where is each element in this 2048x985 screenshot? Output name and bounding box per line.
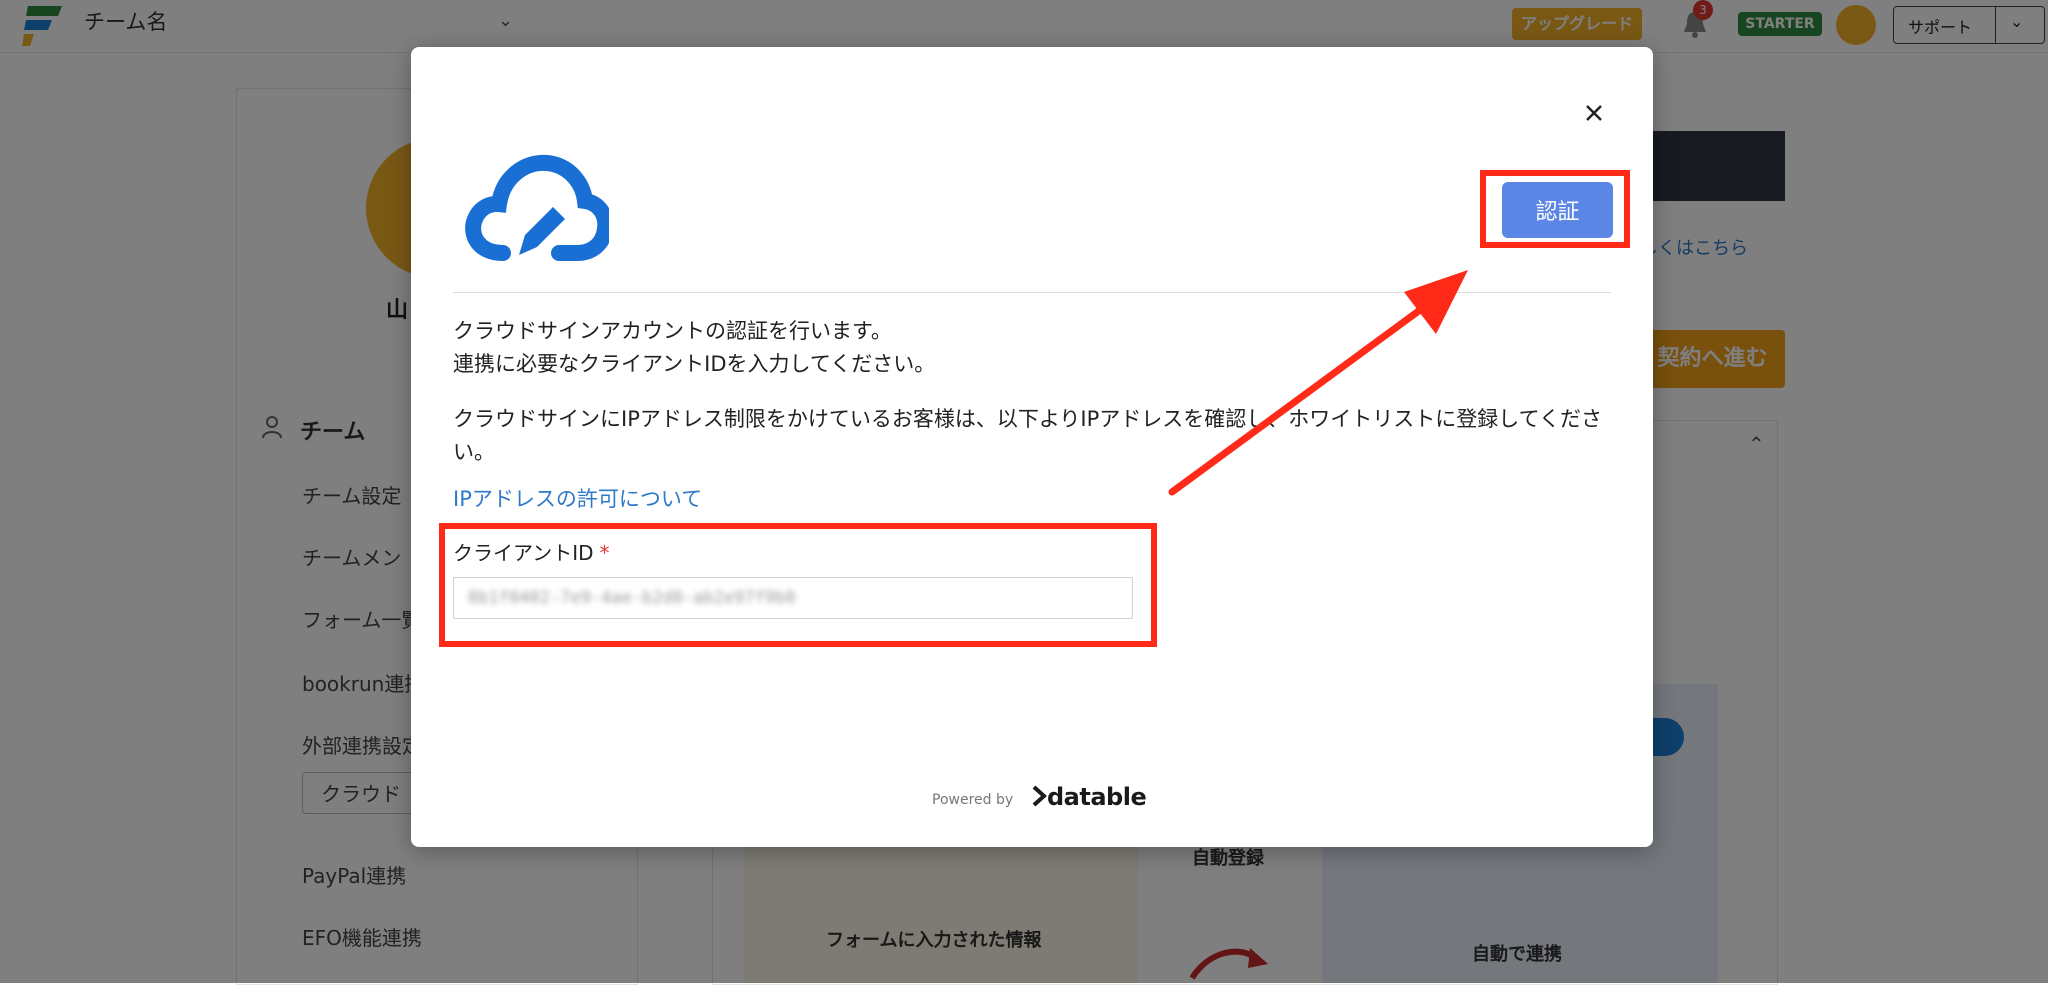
client-id-label: クライアントID * — [453, 537, 610, 566]
authenticate-button[interactable]: 認証 — [1502, 182, 1613, 238]
powered-by-label: Powered by — [932, 792, 1014, 808]
intro-line-1: クラウドサインアカウントの認証を行います。 — [453, 319, 892, 343]
required-marker: * — [599, 541, 610, 565]
cloudsign-logo-icon — [465, 154, 609, 261]
ip-permission-link[interactable]: IPアドレスの許可について — [453, 483, 702, 513]
close-icon[interactable] — [1568, 87, 1620, 139]
client-id-label-text: クライアントID — [453, 541, 594, 565]
client-id-input[interactable]: 8b1f0402-7e9-4ae-b2d0-ab2e97f9b0 — [453, 577, 1133, 619]
intro-line-2: 連携に必要なクライアントIDを入力してください。 — [453, 352, 936, 376]
ip-notice-text: クラウドサインにIPアドレス制限をかけているお客様は、以下よりIPアドレスを確認… — [453, 407, 1603, 464]
modal-divider — [453, 292, 1611, 293]
client-id-value: 8b1f0402-7e9-4ae-b2d0-ab2e97f9b0 — [468, 588, 796, 608]
intro-text: クラウドサインアカウントの認証を行います。 連携に必要なクライアントIDを入力し… — [453, 315, 1613, 381]
auth-modal: 認証 クラウドサインアカウントの認証を行います。 連携に必要なクライアントIDを… — [411, 47, 1653, 847]
datable-brand: datable — [1047, 783, 1147, 811]
